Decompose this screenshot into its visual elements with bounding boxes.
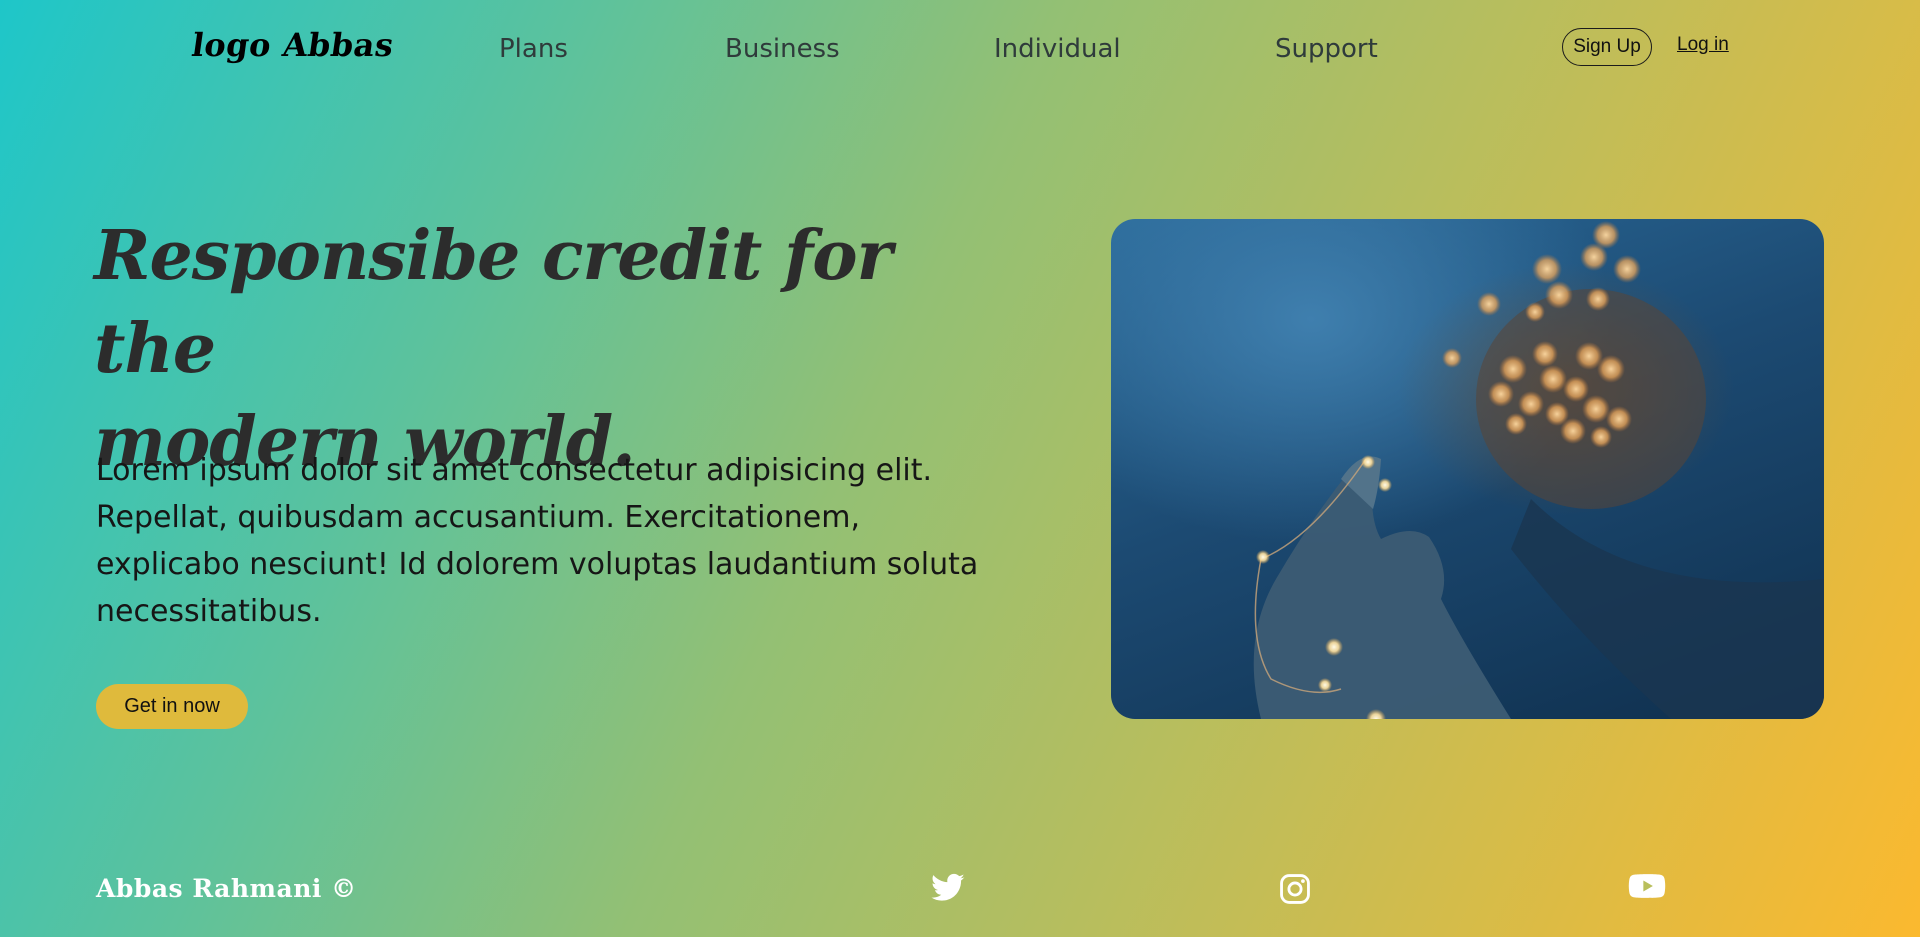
hero-paragraph-line1: Lorem ipsum dolor sit amet consectetur a…	[96, 453, 933, 488]
nav-individual[interactable]: Individual	[994, 34, 1121, 64]
hero-image	[1111, 219, 1824, 719]
instagram-icon[interactable]	[1278, 872, 1314, 908]
hero-paragraph-line4: necessitatibus.	[96, 594, 322, 629]
hero-paragraph: Lorem ipsum dolor sit amet consectetur a…	[96, 447, 1046, 635]
log-in-link[interactable]: Log in	[1677, 34, 1729, 56]
logo[interactable]: logo Abbas	[189, 26, 396, 64]
hero-paragraph-line3: explicabo nesciunt! Id dolorem voluptas …	[96, 547, 979, 582]
sign-up-button[interactable]: Sign Up	[1562, 28, 1652, 66]
get-in-now-button[interactable]: Get in now	[96, 684, 248, 729]
nav-plans[interactable]: Plans	[499, 34, 568, 64]
nav-support[interactable]: Support	[1275, 34, 1378, 64]
nav-business[interactable]: Business	[725, 34, 840, 64]
twitter-icon[interactable]	[930, 870, 966, 906]
fairy-lights-illustration	[1253, 221, 1824, 719]
hero-title-line1: Responsibe credit for the	[94, 216, 892, 389]
hero-paragraph-line2: Repellat, quibusdam accusantium. Exercit…	[96, 500, 861, 535]
youtube-icon[interactable]	[1628, 868, 1666, 904]
footer-copyright: Abbas Rahmani ©	[96, 874, 357, 903]
